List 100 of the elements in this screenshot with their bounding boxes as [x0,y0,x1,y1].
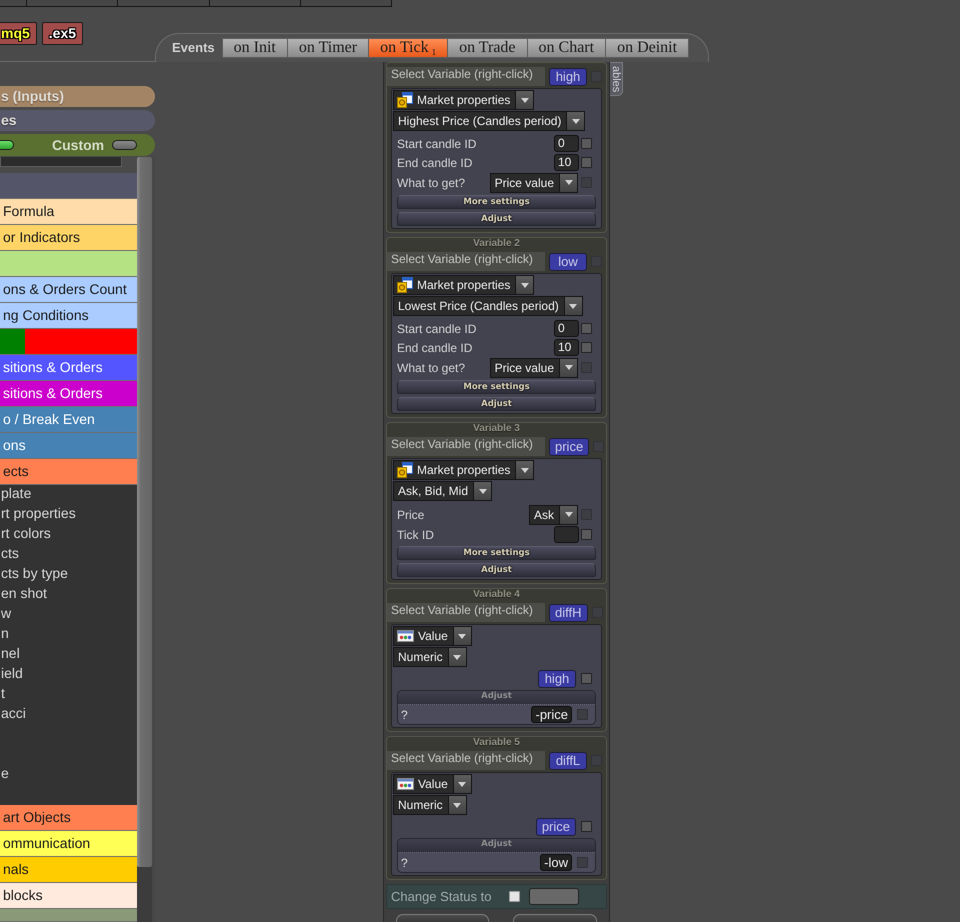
dropdown[interactable]: Ask [528,504,578,524]
dropdown[interactable]: Market properties [393,460,534,480]
dropdown[interactable]: Market properties [393,275,534,295]
list-item[interactable]: rt colors [0,525,137,545]
category-item[interactable]: ommunication [0,831,137,857]
select-variable-label[interactable]: Select Variable (right-click) [387,437,545,456]
category-item[interactable]: ng Conditions [0,303,137,329]
number-input[interactable] [554,526,579,543]
list-item[interactable]: w [0,605,137,625]
category-item[interactable]: o / Break Even [0,407,137,433]
dropdown[interactable]: Market properties [393,90,534,110]
prefix-label: ? [401,708,409,722]
list-item[interactable]: rt properties [0,505,137,525]
checkbox[interactable] [581,342,592,353]
settings-button[interactable]: More settings [397,380,596,394]
number-input[interactable]: 0 [554,135,579,152]
number-input[interactable]: 0 [554,320,579,337]
dropdown[interactable]: Price value [490,358,578,378]
list-item[interactable]: acci [0,705,137,725]
category-item[interactable]: blocks [0,883,137,909]
file-button[interactable]: .ex5 [42,22,84,45]
dropdown[interactable]: Value [393,626,472,646]
category-item[interactable]: art Objects [0,805,137,831]
select-variable-label[interactable]: Select Variable (right-click) [387,252,545,271]
variable-name-badge[interactable]: diffH [549,604,588,622]
list-item[interactable]: n [0,625,137,645]
settings-button[interactable]: More settings [397,195,596,209]
field-label: What to get? [397,176,466,190]
checkbox[interactable] [581,821,592,832]
dropdown[interactable]: Lowest Price (Candles period) [393,296,583,316]
variable-name-badge[interactable]: high [549,68,587,86]
category-item[interactable] [0,251,137,277]
event-tab[interactable]: on Timer [288,38,370,58]
checkbox[interactable] [581,673,592,684]
select-variable-label[interactable]: Select Variable (right-click) [387,603,545,622]
settings-button[interactable]: Adjust [397,212,596,226]
operand-badge[interactable]: high [538,670,576,688]
action-button[interactable] [513,914,597,922]
value-input[interactable]: -price [531,706,572,723]
select-variable-label[interactable]: Select Variable (right-click) [387,67,545,86]
list-item[interactable]: cts by type [0,565,137,585]
action-button[interactable] [396,914,489,922]
dropdown[interactable]: Numeric [393,795,467,815]
field-label: Tick ID [397,528,435,542]
checkbox[interactable] [581,138,592,149]
list-item[interactable]: en shot [0,585,137,605]
checkbox[interactable] [581,157,592,168]
event-tab[interactable]: on Init [222,38,288,58]
list-item[interactable]: t [0,685,137,705]
number-input[interactable]: 10 [554,339,579,356]
toggle-switch[interactable] [0,140,14,150]
variable-title: Variable 5 [472,737,521,750]
checkbox[interactable] [509,891,520,902]
list-item[interactable]: e [0,765,137,785]
category-item[interactable]: ons [0,433,137,459]
operand-badge[interactable]: price [536,818,576,836]
input-field[interactable] [0,157,122,167]
dropdown[interactable]: Value [393,774,472,794]
list-item[interactable]: cts [0,545,137,565]
variable-title: Variable 2 [472,238,521,251]
event-tab[interactable]: on Tick$_{1}$ [369,38,448,58]
select-variable-label[interactable]: Select Variable (right-click) [387,751,545,770]
list-item[interactable]: plate [0,485,137,505]
toggle-switch[interactable] [112,140,138,150]
variable-name-badge[interactable]: price [549,438,590,456]
list-item[interactable]: nel [0,645,137,665]
category-item[interactable] [0,173,137,199]
scrollbar-thumb[interactable] [137,157,152,867]
settings-button[interactable]: Adjust [397,563,596,577]
category-item[interactable]: ons & Orders Count [0,277,137,303]
caret-icon [569,304,578,308]
category-item[interactable] [0,909,137,922]
settings-button[interactable]: Adjust [397,397,596,411]
event-tab[interactable]: on Deinit [606,38,690,58]
event-tab[interactable]: on Chart [528,38,606,58]
event-tab[interactable]: on Trade [448,38,528,58]
value-input[interactable]: -low [540,854,572,871]
dropdown[interactable]: Numeric [393,647,467,667]
caret-icon [458,782,466,786]
status-input[interactable] [529,888,580,905]
file-button[interactable]: mq5 [0,22,37,45]
category-item[interactable]: Formula [0,199,137,225]
field-label: Start candle ID [397,136,478,150]
category-item[interactable]: or Indicators [0,225,137,251]
settings-button[interactable]: More settings [397,546,596,560]
dropdown[interactable]: Ask, Bid, Mid [393,481,492,501]
checkbox[interactable] [581,529,592,540]
checkbox[interactable] [581,323,592,334]
category-item[interactable]: sitions & Orders [0,381,137,407]
side-tab[interactable]: ables [610,62,623,96]
variable-name-badge[interactable]: diffL [549,752,587,770]
category-item[interactable]: nals [0,857,137,883]
dropdown[interactable]: Price value [490,172,578,192]
section-header[interactable]: es [0,110,155,131]
list-item[interactable]: ield [0,665,137,685]
category-item[interactable]: sitions & Orders [0,355,137,381]
variable-name-badge[interactable]: low [549,252,587,270]
category-item[interactable]: ects [0,459,137,485]
dropdown[interactable]: Highest Price (Candles period) [393,111,586,131]
number-input[interactable]: 10 [554,154,579,171]
